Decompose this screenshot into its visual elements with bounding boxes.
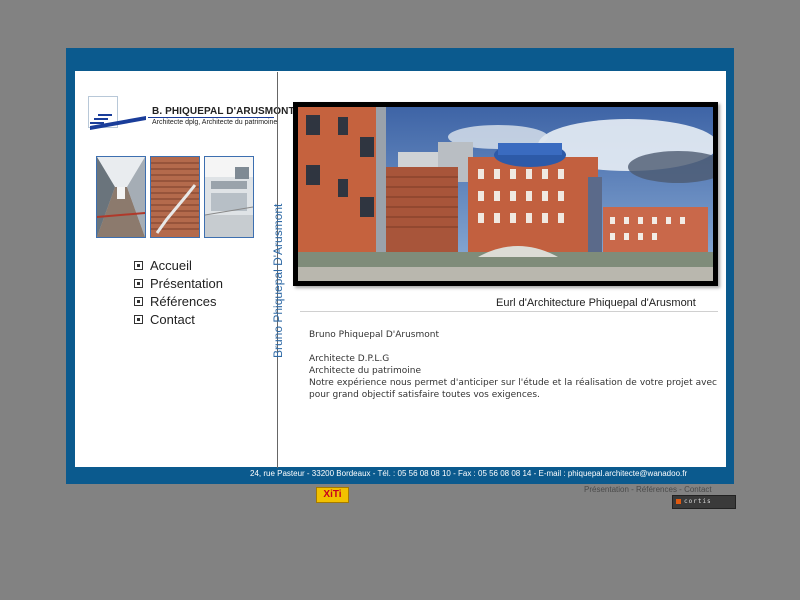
- cortis-badge[interactable]: cortis: [672, 495, 736, 509]
- main-nav: Accueil Présentation Références Contact: [134, 256, 223, 328]
- nav-item-accueil[interactable]: Accueil: [134, 256, 223, 274]
- thumbnail-corridor: [96, 156, 146, 238]
- square-bullet-icon: [134, 314, 143, 324]
- cortis-label: cortis: [684, 498, 712, 505]
- square-bullet-icon: [134, 260, 143, 270]
- footer-separator: -: [676, 485, 685, 494]
- nav-item-presentation[interactable]: Présentation: [134, 274, 223, 292]
- intro-title-1: Architecte D.P.L.G: [309, 354, 390, 364]
- nav-label: Accueil: [150, 257, 192, 273]
- intro-title-2: Architecte du patrimoine: [309, 366, 422, 376]
- vertical-name: Bruno Phiquepal D'Arusmont: [271, 203, 285, 358]
- thumbnail-interior: [204, 156, 254, 238]
- xiti-badge[interactable]: XiTi: [316, 487, 349, 503]
- thumbnail-facade: [150, 156, 200, 238]
- footer-link-contact[interactable]: Contact: [684, 485, 712, 494]
- cortis-dot-icon: [676, 499, 681, 504]
- square-bullet-icon: [134, 278, 143, 288]
- intro-name: Bruno Phiquepal D'Arusmont: [309, 330, 439, 340]
- tagline: Eurl d'Architecture Phiquepal d'Arusmont: [496, 297, 696, 309]
- logo-name: B. PHIQUEPAL D'ARUSMONT: [152, 106, 295, 117]
- intro-body: Notre expérience nous permet d'anticiper…: [309, 378, 717, 400]
- logo-underline: [148, 117, 274, 118]
- footer-links: Présentation - Références - Contact: [584, 485, 712, 494]
- footer-link-presentation[interactable]: Présentation: [584, 485, 629, 494]
- nav-label: Présentation: [150, 275, 223, 291]
- nav-label: Contact: [150, 311, 195, 327]
- nav-label: Références: [150, 293, 217, 309]
- hero-photo: [293, 102, 718, 286]
- intro-text: Bruno Phiquepal D'Arusmont Architecte D.…: [309, 329, 717, 401]
- tagline-rule: [300, 311, 718, 312]
- footer-link-references[interactable]: Références: [636, 485, 677, 494]
- square-bullet-icon: [134, 296, 143, 306]
- footer-address: 24, rue Pasteur - 33200 Bordeaux - Tél. …: [250, 469, 688, 478]
- stairs-logo-icon: [90, 114, 146, 130]
- company-logo[interactable]: B. PHIQUEPAL D'ARUSMONT Architecte dplg,…: [88, 96, 295, 132]
- nav-item-references[interactable]: Références: [134, 292, 223, 310]
- footer-separator: -: [628, 485, 637, 494]
- nav-item-contact[interactable]: Contact: [134, 310, 223, 328]
- logo-subtitle: Architecte dplg, Architecte du patrimoin…: [152, 119, 278, 126]
